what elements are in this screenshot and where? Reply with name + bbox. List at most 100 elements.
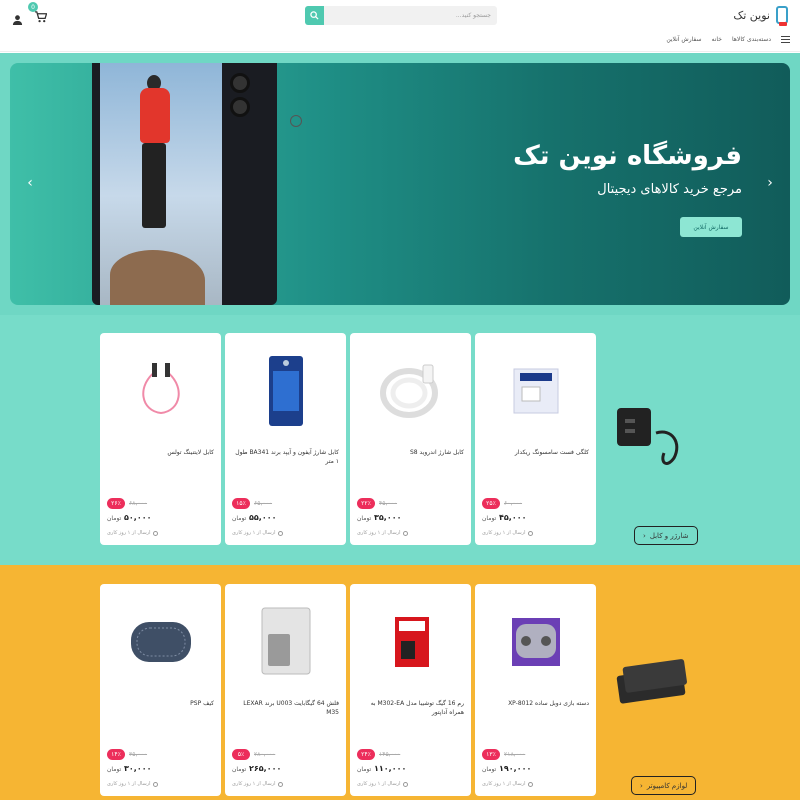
cart-count-badge: 0 (28, 2, 38, 12)
product-name[interactable]: دسته بازی دوبل ساده XP-8012 (481, 699, 589, 708)
brand-logo-icon (290, 115, 302, 127)
search-icon (310, 11, 319, 20)
product-price: ۱۱۰,۰۰۰ تومان (357, 764, 407, 773)
phone-logo-icon (776, 6, 788, 26)
old-price: ۲۱۸,۰۰۰ (504, 751, 526, 758)
search-input[interactable] (324, 6, 497, 25)
computer-accessories-section: ‹ › کیف PSP ۱۴٪ ۳۵,۰۰۰ ۳۰,۰۰۰ تومان ارسا… (0, 565, 800, 800)
hero-prev-arrow-icon[interactable]: ‹ (22, 175, 38, 191)
product-image (350, 333, 471, 448)
shipping-info: ارسال از ۱ روز کاری (232, 781, 284, 787)
category-computer-button[interactable]: لوازم کامپیوتر ‹ (631, 776, 697, 795)
product-price: ۱۹۰,۰۰۰ تومان (482, 764, 532, 773)
truck-icon (528, 781, 534, 787)
truck-icon (278, 781, 284, 787)
product-image (475, 333, 596, 448)
old-price: ۶۵,۰۰۰ (254, 500, 273, 507)
category-computer-image (614, 657, 694, 711)
discount-badge: ۲۴٪ (357, 749, 375, 760)
product-image (225, 584, 346, 699)
product-image (475, 584, 596, 699)
product-card[interactable]: کابل شارژ آیفون و آیپد برند BA341 طول ۱ … (225, 333, 346, 545)
cart-icon (34, 11, 48, 23)
product-card[interactable]: کیف PSP ۱۴٪ ۳۵,۰۰۰ ۳۰,۰۰۰ تومان ارسال از… (100, 584, 221, 796)
product-card[interactable]: کابل لایتنینگ تولس ۲۶٪ ۶۸,۰۰۰ ۵۰,۰۰۰ توم… (100, 333, 221, 545)
nav-home[interactable]: خانه (712, 36, 722, 43)
product-name[interactable]: کابل لایتنینگ تولس (106, 448, 214, 457)
search-button[interactable] (305, 6, 324, 25)
product-image (100, 333, 221, 448)
category-chargers-button[interactable]: شارژر و کابل ‹ (634, 526, 698, 545)
shipping-info: ارسال از ۱ روز کاری (107, 781, 159, 787)
discount-badge: ۲۶٪ (107, 498, 125, 509)
shipping-info: ارسال از ۱ روز کاری (357, 781, 409, 787)
hero-order-button[interactable]: سفارش آنلاین (680, 217, 742, 237)
hero-phone-image (92, 63, 302, 305)
product-image (100, 584, 221, 699)
shipping-info: ارسال از ۱ روز کاری (232, 530, 284, 536)
discount-badge: ۱۳٪ (482, 749, 500, 760)
product-name[interactable]: رم 16 گیگ توشیبا مدل M302-EA به همراه آد… (356, 699, 464, 717)
product-price: ۳۰,۰۰۰ تومان (107, 764, 152, 773)
search-bar (305, 6, 497, 25)
chargers-section: ‹ › کابل لایتنینگ تولس ۲۶٪ ۶۸,۰۰۰ ۵۰,۰۰۰… (0, 315, 800, 565)
product-image (350, 584, 471, 699)
old-price: ۶۰,۰۰۰ (504, 500, 523, 507)
hero-section: فروشگاه نوین تک مرجع خرید کالاهای دیجیتا… (0, 53, 800, 315)
site-header: نوین تک 0 (0, 0, 800, 32)
camera-lens-icon (230, 73, 250, 93)
nav-online-order[interactable]: سفارش آنلاین (666, 36, 701, 43)
shipping-info: ارسال از ۱ روز کاری (107, 530, 159, 536)
truck-icon (403, 781, 409, 787)
product-card[interactable]: دسته بازی دوبل ساده XP-8012 ۱۳٪ ۲۱۸,۰۰۰ … (475, 584, 596, 796)
logo-text: نوین تک (733, 8, 770, 22)
chevron-left-icon: ‹ (643, 531, 646, 540)
discount-badge: ۲۲٪ (357, 498, 375, 509)
old-price: ۶۸,۰۰۰ (129, 500, 148, 507)
hero-next-arrow-icon[interactable]: › (762, 175, 778, 191)
truck-icon (278, 530, 284, 536)
discount-badge: ۱۴٪ (107, 749, 125, 760)
shipping-info: ارسال از ۱ روز کاری (482, 781, 534, 787)
chevron-left-icon: ‹ (640, 781, 643, 790)
hero-title: فروشگاه نوین تک (513, 141, 742, 171)
truck-icon (403, 530, 409, 536)
product-price: ۳۵,۰۰۰ تومان (357, 513, 402, 522)
shipping-info: ارسال از ۱ روز کاری (357, 530, 409, 536)
old-price: ۱۴۵,۰۰۰ (379, 751, 401, 758)
product-name[interactable]: کیف PSP (106, 699, 214, 708)
product-price: ۵۵,۰۰۰ تومان (232, 513, 277, 522)
main-nav: دسته‌بندی کالاها خانه سفارش آنلاین (0, 32, 800, 52)
old-price: ۲۸۰,۰۰۰ (254, 751, 276, 758)
camera-lens-icon (230, 97, 250, 117)
nav-categories[interactable]: دسته‌بندی کالاها (732, 36, 771, 43)
discount-badge: ۵٪ (232, 749, 250, 760)
product-card[interactable]: کابل شارژ اندروید S8 ۲۲٪ ۴۵,۰۰۰ ۳۵,۰۰۰ ت… (350, 333, 471, 545)
product-price: ۵۰,۰۰۰ تومان (107, 513, 152, 522)
old-price: ۳۵,۰۰۰ (129, 751, 148, 758)
phone-screen (100, 63, 222, 305)
product-card[interactable]: رم 16 گیگ توشیبا مدل M302-EA به همراه آد… (350, 584, 471, 796)
shipping-info: ارسال از ۱ روز کاری (482, 530, 534, 536)
product-name[interactable]: کابل شارژ اندروید S8 (356, 448, 464, 457)
hero-subtitle: مرجع خرید کالاهای دیجیتال (597, 182, 742, 197)
product-card[interactable]: کلگی فست سامسونگ ریکدار ۲۵٪ ۶۰,۰۰۰ ۴۵,۰۰… (475, 333, 596, 545)
discount-badge: ۲۵٪ (482, 498, 500, 509)
truck-icon (153, 530, 159, 536)
site-logo[interactable]: نوین تک (733, 6, 788, 26)
discount-badge: ۱۵٪ (232, 498, 250, 509)
user-button[interactable] (12, 10, 23, 29)
truck-icon (528, 530, 534, 536)
product-price: ۲۶۵,۰۰۰ تومان (232, 764, 282, 773)
product-price: ۴۵,۰۰۰ تومان (482, 513, 527, 522)
product-card[interactable]: فلش 64 گیگابایت U003 برند LEXAR M35 ۵٪ ۲… (225, 584, 346, 796)
truck-icon (153, 781, 159, 787)
hero-slider: فروشگاه نوین تک مرجع خرید کالاهای دیجیتا… (10, 63, 790, 305)
old-price: ۴۵,۰۰۰ (379, 500, 398, 507)
menu-icon[interactable] (781, 36, 790, 43)
product-name[interactable]: کلگی فست سامسونگ ریکدار (481, 448, 589, 457)
product-name[interactable]: کابل شارژ آیفون و آیپد برند BA341 طول ۱ … (231, 448, 339, 466)
user-icon (12, 15, 23, 25)
category-charger-image (612, 403, 692, 477)
product-name[interactable]: فلش 64 گیگابایت U003 برند LEXAR M35 (231, 699, 339, 717)
